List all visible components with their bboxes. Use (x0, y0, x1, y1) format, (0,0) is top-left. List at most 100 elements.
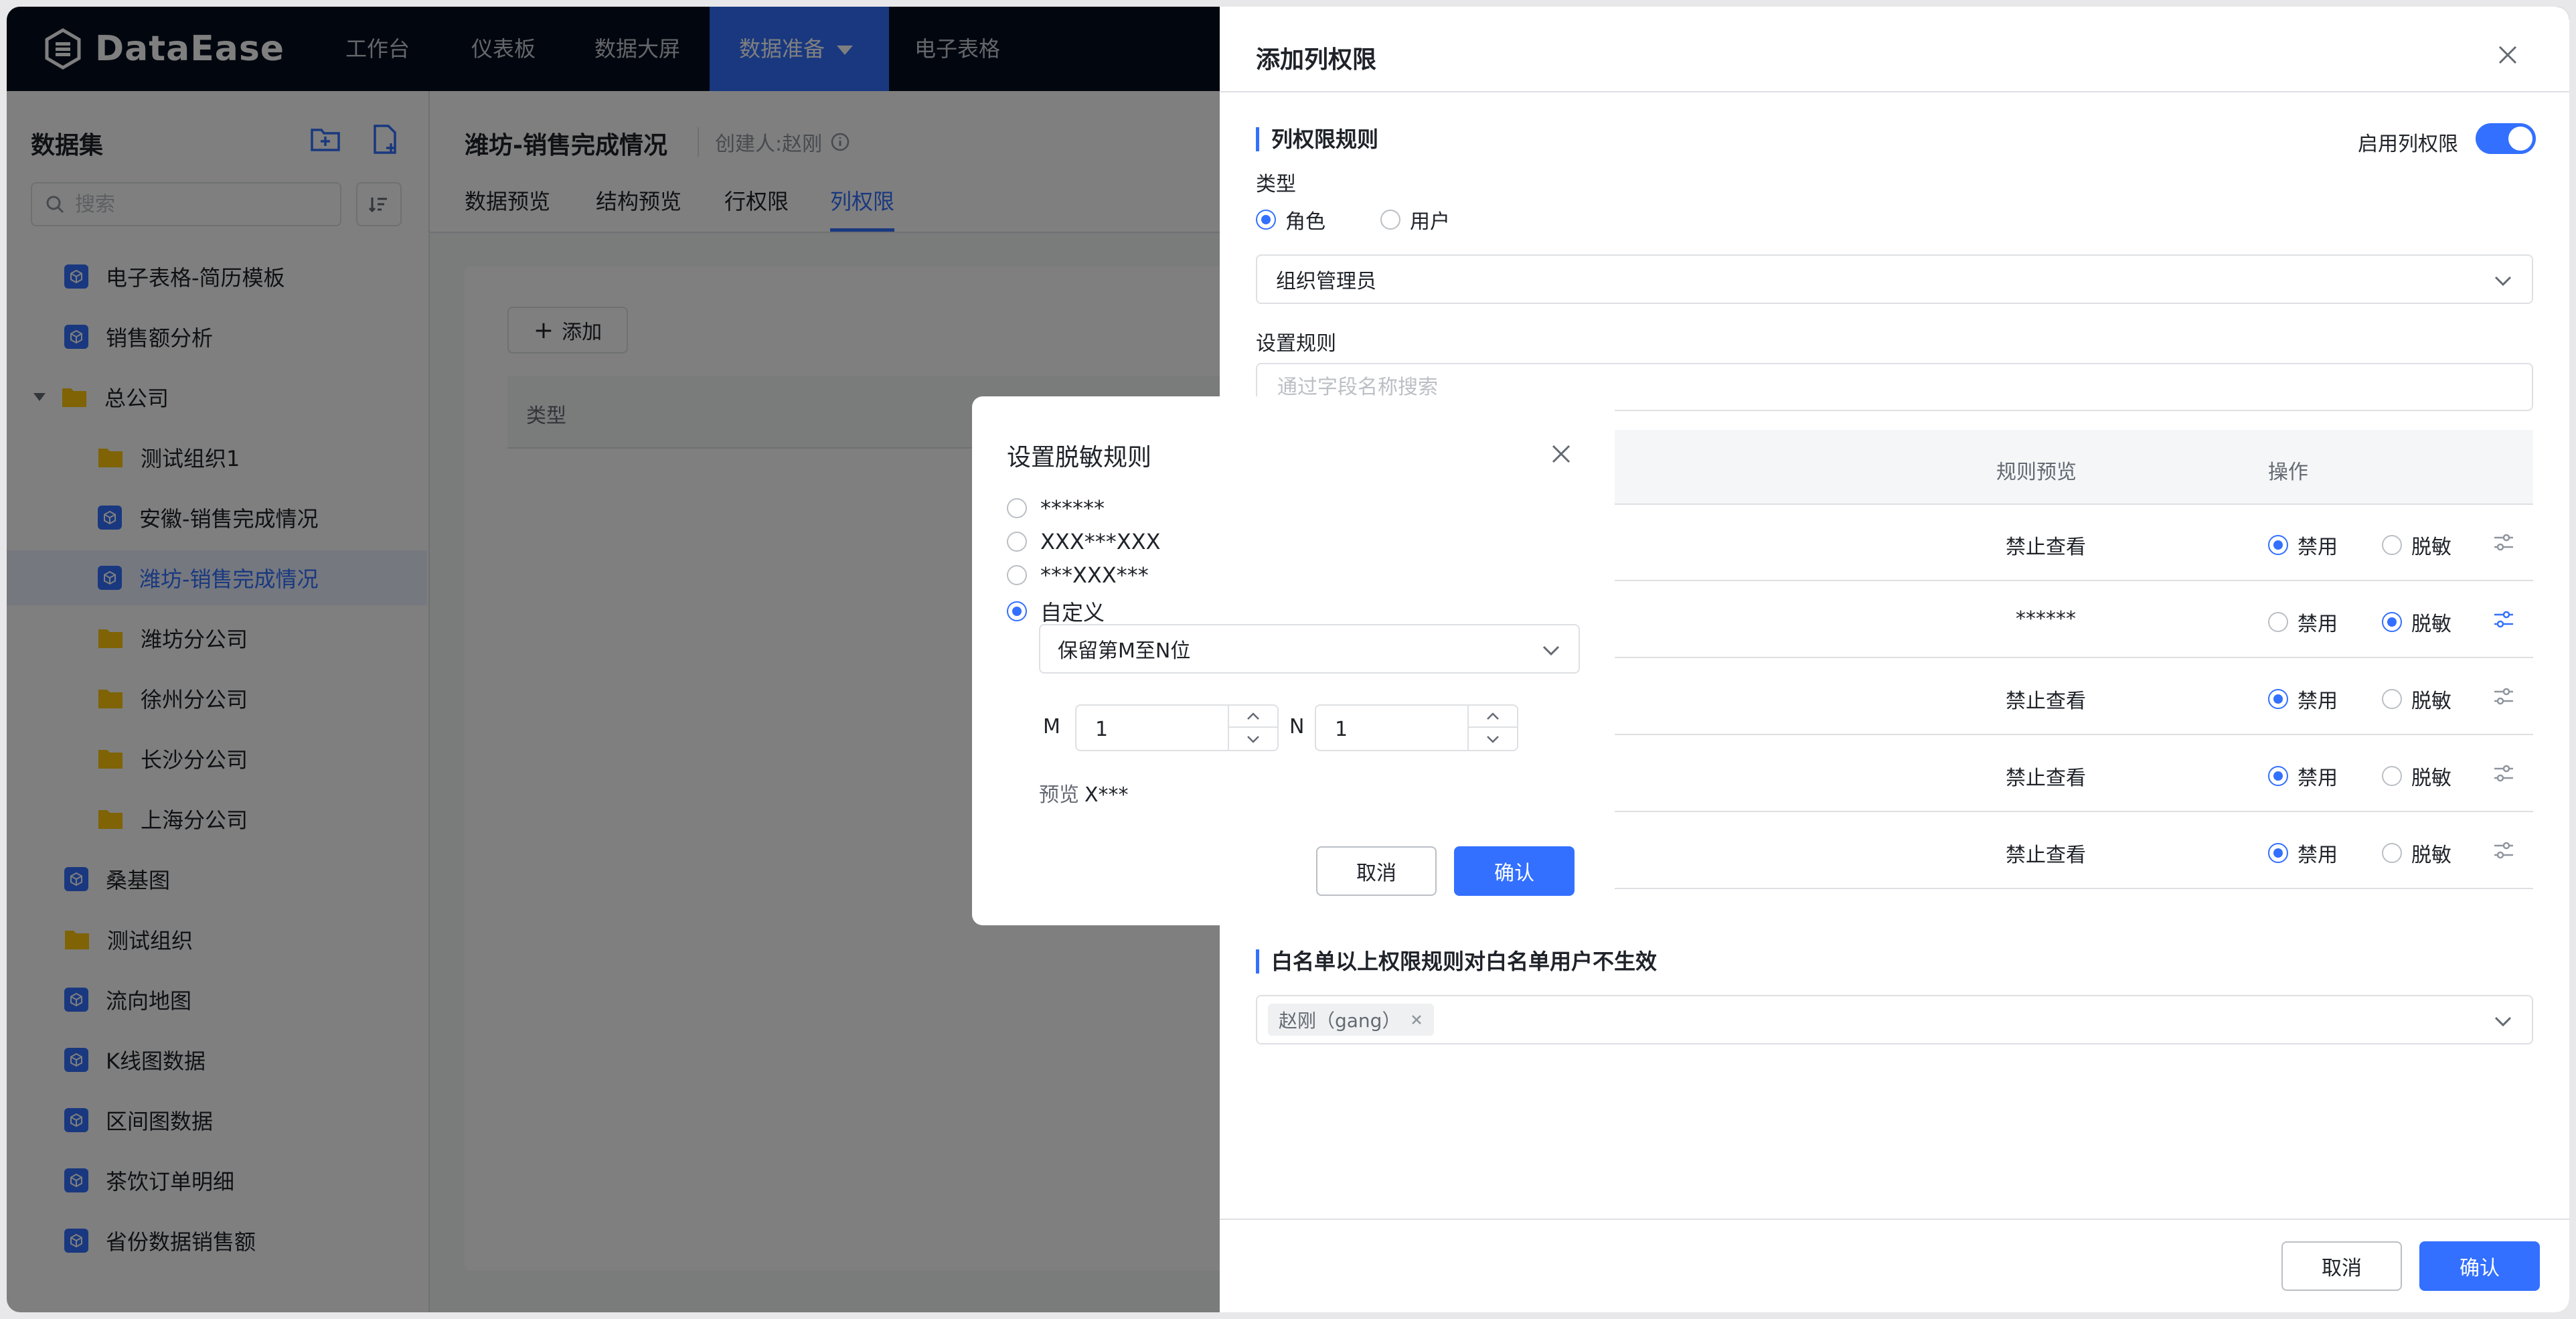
tag-close-icon[interactable] (1410, 1013, 1423, 1026)
rule-option-disable[interactable]: 禁用 (2268, 838, 2338, 868)
m-label: M (1043, 715, 1060, 739)
column-header-rule-preview: 规则预览 (1996, 461, 2077, 484)
drawer-title: 添加列权限 (1256, 46, 1377, 74)
radio-unchecked[interactable] (1007, 565, 1027, 585)
chevron-down-icon (1542, 645, 1560, 656)
radio-unchecked[interactable] (1007, 532, 1027, 552)
type-label: 类型 (1256, 173, 1296, 196)
app-window: DataEase 工作台 仪表板 数据大屏 数据准备 电子表格 数据集 电子表格… (7, 7, 2569, 1312)
rule-option-disable[interactable]: 禁用 (2268, 684, 2338, 714)
n-label: N (1289, 715, 1305, 739)
radio-unchecked[interactable] (2268, 612, 2288, 632)
radio-checked[interactable] (2268, 766, 2288, 786)
radio-checked[interactable] (1256, 210, 1276, 230)
settings-sliders-icon[interactable] (2492, 761, 2516, 785)
type-user-label: 用户 (1410, 210, 1450, 234)
radio-unchecked[interactable] (1380, 210, 1400, 230)
n-decrement[interactable] (1469, 728, 1517, 750)
rule-option-mask[interactable]: 脱敏 (2382, 607, 2451, 637)
radio-checked[interactable] (2382, 612, 2402, 632)
rule-option-mask[interactable]: 脱敏 (2382, 530, 2451, 560)
rule-option-mask-label: 脱敏 (2411, 690, 2451, 713)
m-value[interactable]: 1 (1095, 718, 1108, 741)
settings-sliders-icon[interactable] (2492, 838, 2516, 862)
mask-option-custom-label: 自定义 (1040, 600, 1105, 625)
radio-unchecked[interactable] (2382, 766, 2402, 786)
rule-option-mask-label: 脱敏 (2411, 844, 2451, 867)
close-icon[interactable] (1548, 441, 1575, 467)
rule-option-disable-label: 禁用 (2298, 844, 2338, 867)
mask-option-middle-label: XXX***XXX (1040, 529, 1161, 554)
radio-unchecked[interactable] (2382, 689, 2402, 709)
rule-preview: 禁止查看 (2006, 690, 2086, 713)
rule-option-disable-label: 禁用 (2298, 690, 2338, 713)
chevron-up-icon (1487, 712, 1499, 720)
rule-preview: 禁止查看 (2006, 767, 2086, 790)
mask-preview: 预览 X*** (1039, 778, 1129, 807)
drawer-footer-divider (1220, 1219, 2569, 1220)
radio-unchecked[interactable] (2382, 535, 2402, 555)
role-select[interactable]: 组织管理员 (1256, 254, 2533, 304)
n-increment[interactable] (1469, 706, 1517, 728)
drawer-confirm-button[interactable]: 确认 (2419, 1241, 2540, 1291)
whitelist-select[interactable]: 赵刚（gang） (1256, 995, 2533, 1044)
settings-sliders-icon[interactable] (2492, 684, 2516, 708)
rule-preview: ****** (2016, 607, 2076, 631)
radio-unchecked[interactable] (1007, 498, 1027, 518)
whitelist-tag: 赵刚（gang） (1268, 1004, 1435, 1036)
n-value[interactable]: 1 (1335, 718, 1348, 741)
m-stepper[interactable]: 1 (1075, 704, 1279, 751)
mask-option-middle[interactable]: XXX***XXX (1007, 529, 1161, 554)
rule-option-mask[interactable]: 脱敏 (2382, 684, 2451, 714)
rule-option-mask-label: 脱敏 (2411, 536, 2451, 559)
drawer-cancel-button[interactable]: 取消 (2281, 1241, 2402, 1291)
n-stepper-arrows (1467, 706, 1517, 750)
mask-preview-label: 预览 (1039, 783, 1079, 807)
field-search-input[interactable] (1276, 374, 2484, 400)
mask-option-all[interactable]: ****** (1007, 495, 1105, 521)
rule-option-disable-label: 禁用 (2298, 613, 2338, 636)
rule-option-mask[interactable]: 脱敏 (2382, 838, 2451, 868)
rule-preview: 禁止查看 (2006, 536, 2086, 559)
radio-checked[interactable] (2268, 843, 2288, 863)
rule-option-mask-label: 脱敏 (2411, 613, 2451, 636)
rule-option-disable-label: 禁用 (2298, 536, 2338, 559)
m-increment[interactable] (1229, 706, 1277, 728)
mask-preview-value: X*** (1084, 783, 1129, 807)
m-stepper-arrows (1228, 706, 1277, 750)
settings-sliders-icon[interactable] (2492, 607, 2516, 631)
chevron-down-icon (1487, 735, 1499, 743)
masking-rule-dialog: 设置脱敏规则 ****** XXX***XXX ***XXX*** 自定义 保留… (972, 396, 1615, 925)
m-decrement[interactable] (1229, 728, 1277, 750)
dialog-confirm-button[interactable]: 确认 (1454, 846, 1575, 896)
radio-checked[interactable] (2268, 689, 2288, 709)
dialog-title: 设置脱敏规则 (1007, 444, 1152, 471)
enable-column-permission-toggle[interactable] (2476, 123, 2536, 154)
rule-option-disable-label: 禁用 (2298, 767, 2338, 790)
n-stepper[interactable]: 1 (1315, 704, 1518, 751)
settings-sliders-icon[interactable] (2492, 530, 2516, 554)
mask-option-edges[interactable]: ***XXX*** (1007, 562, 1149, 588)
mask-option-custom[interactable]: 自定义 (1007, 596, 1105, 627)
chevron-down-icon (2494, 276, 2512, 287)
chevron-up-icon (1247, 712, 1259, 720)
rule-option-disable[interactable]: 禁用 (2268, 530, 2338, 560)
role-select-value: 组织管理员 (1276, 270, 1376, 293)
radio-checked[interactable] (2268, 535, 2288, 555)
custom-rule-select-value: 保留第M至N位 (1058, 639, 1191, 663)
rule-option-disable[interactable]: 禁用 (2268, 607, 2338, 637)
rule-option-disable[interactable]: 禁用 (2268, 761, 2338, 791)
type-radio-role[interactable]: 角色 (1256, 205, 1325, 234)
dialog-cancel-button[interactable]: 取消 (1316, 846, 1437, 896)
custom-rule-select[interactable]: 保留第M至N位 (1039, 624, 1580, 674)
rule-option-mask[interactable]: 脱敏 (2382, 761, 2451, 791)
type-role-label: 角色 (1285, 210, 1325, 234)
set-rule-label: 设置规则 (1256, 332, 1336, 356)
mask-option-all-label: ****** (1040, 495, 1105, 521)
close-icon[interactable] (2494, 42, 2521, 68)
radio-unchecked[interactable] (2382, 843, 2402, 863)
rule-option-mask-label: 脱敏 (2411, 767, 2451, 790)
mask-option-edges-label: ***XXX*** (1040, 562, 1149, 588)
radio-checked[interactable] (1007, 601, 1027, 621)
type-radio-user[interactable]: 用户 (1380, 205, 1450, 234)
